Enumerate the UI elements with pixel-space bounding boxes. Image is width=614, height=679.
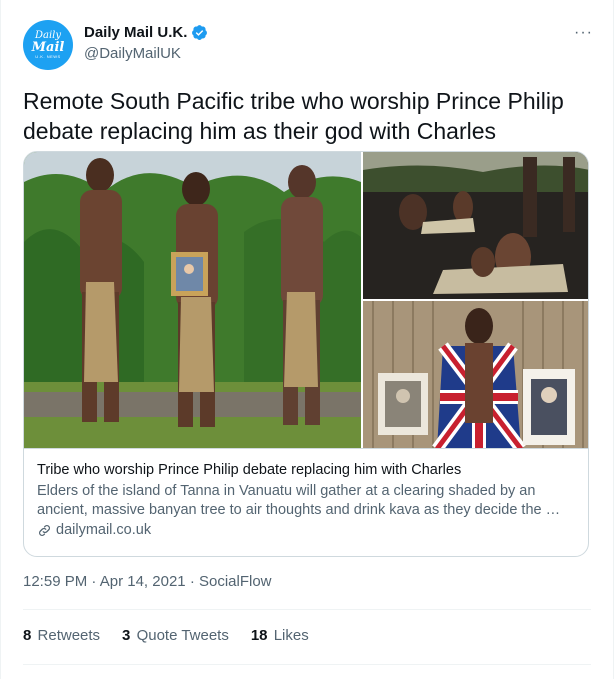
card-image[interactable] [24,152,588,449]
card-description: Elders of the island of Tanna in Vanuatu… [37,483,561,518]
likes-label: Likes [273,627,309,644]
display-name-row: Daily Mail U.K. [84,24,208,41]
tribesmen-photo [24,152,361,448]
tweet-stats: 8 Retweets 3 Quote Tweets 18 Likes [23,627,309,644]
meta-separator: · [91,573,97,590]
divider [23,609,591,610]
likes-count: 18 [250,627,268,644]
retweets-count: 8 [23,627,32,644]
tweet-time[interactable]: 12:59 PM [23,573,87,590]
avatar-text-2: Mail [31,39,65,55]
divider [23,664,591,665]
link-icon [39,524,50,536]
more-options-icon[interactable]: ··· [574,24,593,42]
card-domain: dailymail.co.uk [56,522,152,538]
avatar-text-1: Daily [34,29,62,41]
retweets-label: Retweets [37,627,101,644]
tweet-source[interactable]: SocialFlow [199,573,272,590]
verified-badge-icon [192,25,208,40]
avatar-text-3: U.K. NEWS [35,53,61,59]
tweet: Daily Mail U.K. NEWS Daily Mail U.K. @Da… [0,0,614,679]
card-title: Tribe who worship Prince Philip debate r… [37,462,462,478]
avatar[interactable]: Daily Mail U.K. NEWS [23,20,73,70]
tweet-meta: 12:59 PM · Apr 14, 2021 · SocialFlow [23,573,272,590]
retweets-stat[interactable]: 8 Retweets [23,627,100,644]
display-name[interactable]: Daily Mail U.K. [84,24,187,41]
quotes-label: Quote Tweets [136,627,229,644]
tweet-header: Daily Mail U.K. NEWS Daily Mail U.K. @Da… [23,18,597,74]
tribe-gathering-photo [363,152,588,299]
card-body: Tribe who worship Prince Philip debate r… [37,461,577,538]
meta-separator: · [189,573,195,590]
handle[interactable]: @DailyMailUK [84,45,208,62]
author-names: Daily Mail U.K. @DailyMailUK [84,24,208,62]
card-domain-row: dailymail.co.uk [37,522,577,538]
link-card[interactable]: Tribe who worship Prince Philip debate r… [23,151,589,557]
tweet-text: Remote South Pacific tribe who worship P… [23,88,564,144]
flag-portraits-photo [363,301,588,448]
quote-tweets-stat[interactable]: 3 Quote Tweets [122,627,229,644]
likes-stat[interactable]: 18 Likes [251,627,309,644]
tweet-date[interactable]: Apr 14, 2021 [100,573,186,590]
quotes-count: 3 [122,627,131,644]
